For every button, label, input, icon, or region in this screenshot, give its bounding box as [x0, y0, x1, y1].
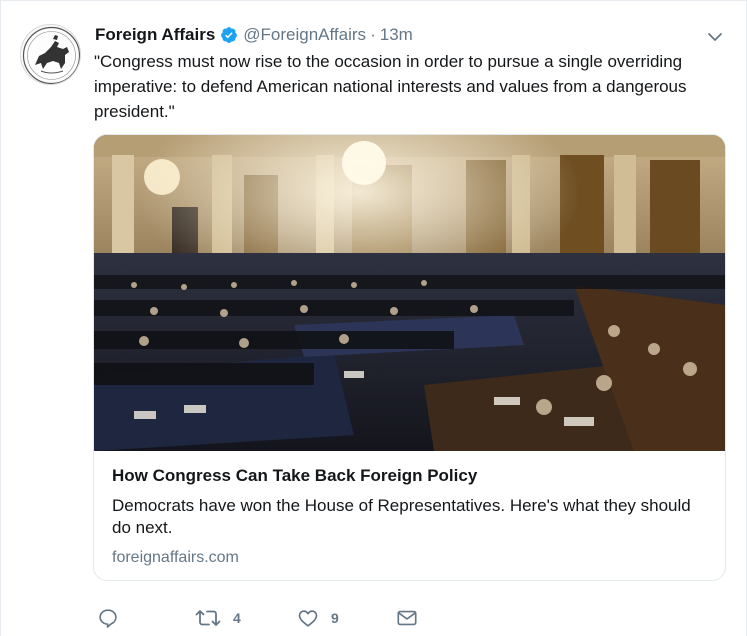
envelope-icon: [396, 607, 418, 629]
separator-dot: ·: [370, 25, 376, 44]
like-button[interactable]: 9: [297, 607, 339, 629]
card-body: How Congress Can Take Back Foreign Polic…: [112, 465, 709, 569]
retweet-count: 4: [233, 610, 241, 626]
tweet-text: "Congress must now rise to the occasion …: [94, 52, 687, 121]
author-name[interactable]: Foreign Affairs: [95, 25, 215, 45]
card-domain: foreignaffairs.com: [112, 549, 239, 566]
reply-button[interactable]: [97, 607, 131, 629]
card-image[interactable]: [94, 135, 725, 451]
chevron-down-icon[interactable]: [706, 28, 724, 46]
card-description: Democrats have won the House of Represen…: [112, 496, 691, 537]
direct-message-button[interactable]: [396, 607, 418, 629]
card-title[interactable]: How Congress Can Take Back Foreign Polic…: [112, 465, 709, 487]
author-handle[interactable]: @ForeignAffairs: [243, 25, 366, 45]
link-card[interactable]: How Congress Can Take Back Foreign Polic…: [93, 134, 726, 581]
tweet-actions: 4 9: [97, 607, 517, 633]
tweet-container[interactable]: Foreign Affairs @ForeignAffairs · 13m "C…: [0, 0, 747, 636]
retweet-icon: [195, 607, 221, 629]
reply-icon: [97, 607, 119, 629]
verified-badge-icon: [220, 26, 238, 44]
retweet-button[interactable]: 4: [195, 607, 241, 629]
tweet-header: Foreign Affairs @ForeignAffairs · 13m: [95, 23, 686, 47]
like-count: 9: [331, 610, 339, 626]
heart-icon: [297, 607, 319, 629]
avatar[interactable]: [20, 24, 81, 85]
timestamp[interactable]: 13m: [380, 25, 413, 45]
